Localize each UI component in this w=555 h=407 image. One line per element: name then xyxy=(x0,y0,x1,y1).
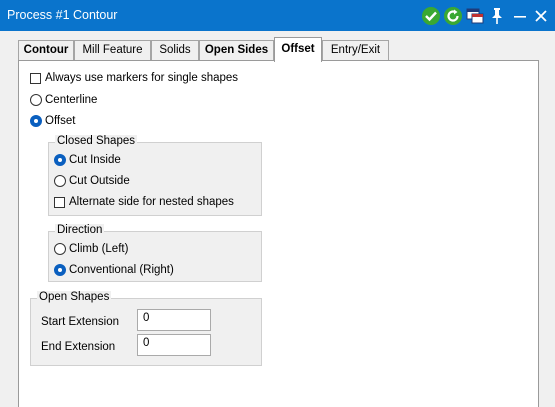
start-extension-input[interactable]: 0 xyxy=(137,309,211,331)
always-markers-option[interactable]: Always use markers for single shapes xyxy=(30,70,238,86)
tab-mill-feature[interactable]: Mill Feature xyxy=(74,40,151,61)
refresh-icon[interactable] xyxy=(443,6,463,26)
end-extension-label: End Extension xyxy=(41,341,116,353)
cut-outside-option[interactable]: Cut Outside xyxy=(54,173,130,189)
tab-solids[interactable]: Solids xyxy=(151,40,199,61)
alternate-side-option[interactable]: Alternate side for nested shapes xyxy=(54,194,234,210)
centerline-label: Centerline xyxy=(45,94,98,106)
window-list-icon[interactable] xyxy=(465,6,485,26)
cut-inside-radio[interactable] xyxy=(54,154,66,166)
close-icon[interactable] xyxy=(531,6,551,26)
offset-radio[interactable] xyxy=(30,115,42,127)
closed-shapes-title: Closed Shapes xyxy=(55,135,137,147)
centerline-radio[interactable] xyxy=(30,94,42,106)
centerline-option[interactable]: Centerline xyxy=(30,92,97,108)
tab-entry-exit[interactable]: Entry/Exit xyxy=(322,40,389,61)
climb-radio[interactable] xyxy=(54,243,66,255)
conventional-label: Conventional (Right) xyxy=(69,264,174,276)
always-markers-checkbox[interactable] xyxy=(30,72,41,84)
alternate-side-label: Alternate side for nested shapes xyxy=(69,196,234,208)
tab-strip: Contour Mill Feature Solids Open Sides O… xyxy=(0,31,555,62)
open-shapes-title: Open Shapes xyxy=(37,291,112,303)
title-bar: Process #1 Contour xyxy=(0,0,555,31)
tab-contour[interactable]: Contour xyxy=(18,40,74,61)
offset-option[interactable]: Offset xyxy=(30,113,75,129)
conventional-option[interactable]: Conventional (Right) xyxy=(54,262,174,278)
cut-outside-radio[interactable] xyxy=(54,175,66,187)
always-markers-label: Always use markers for single shapes xyxy=(45,72,239,84)
alternate-side-checkbox[interactable] xyxy=(54,196,65,208)
cut-inside-option[interactable]: Cut Inside xyxy=(54,152,121,168)
accept-icon[interactable] xyxy=(421,6,441,26)
climb-label: Climb (Left) xyxy=(69,243,129,255)
cut-inside-label: Cut Inside xyxy=(69,154,121,166)
pin-icon[interactable] xyxy=(487,6,507,26)
conventional-radio[interactable] xyxy=(54,264,66,276)
minimize-icon[interactable] xyxy=(510,6,530,26)
offset-label: Offset xyxy=(45,115,76,127)
tab-open-sides[interactable]: Open Sides xyxy=(199,40,274,61)
direction-title: Direction xyxy=(55,224,105,236)
tab-offset[interactable]: Offset xyxy=(274,37,322,62)
start-extension-label: Start Extension xyxy=(41,316,119,328)
climb-option[interactable]: Climb (Left) xyxy=(54,241,128,257)
window-title: Process #1 Contour xyxy=(7,8,118,22)
end-extension-input[interactable]: 0 xyxy=(137,334,211,356)
cut-outside-label: Cut Outside xyxy=(69,175,130,187)
